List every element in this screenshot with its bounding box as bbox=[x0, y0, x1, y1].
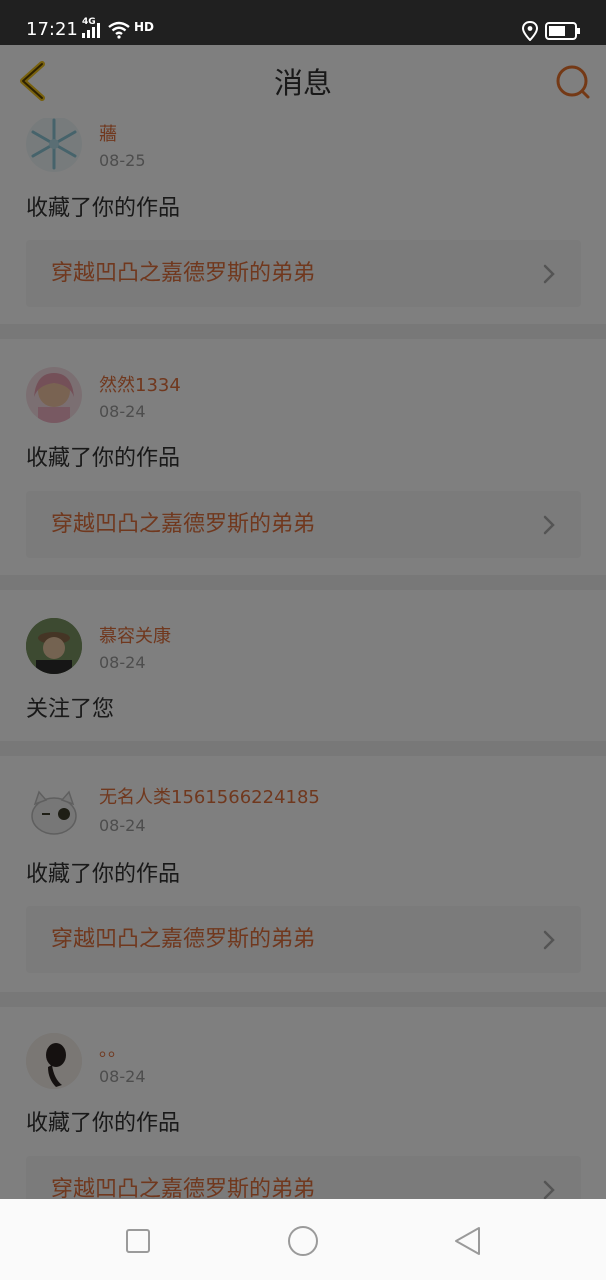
girl-silhouette-avatar-image bbox=[26, 1033, 82, 1089]
work-link[interactable]: 穿越凹凸之嘉德罗斯的弟弟 bbox=[26, 1156, 581, 1199]
avatar[interactable] bbox=[26, 118, 82, 172]
username[interactable]: 然然1334 bbox=[99, 375, 181, 397]
work-link[interactable]: 穿越凹凸之嘉德罗斯的弟弟 bbox=[26, 906, 581, 973]
cartoon-cat-avatar-image bbox=[31, 790, 77, 835]
work-link[interactable]: 穿越凹凸之嘉德罗斯的弟弟 bbox=[26, 240, 581, 307]
message-item: 。。 08-24 收藏了你的作品 穿越凹凸之嘉德罗斯的弟弟 bbox=[0, 1007, 606, 1199]
work-title: 穿越凹凸之嘉德罗斯的弟弟 bbox=[51, 261, 316, 286]
username[interactable]: 蘠 bbox=[99, 124, 117, 146]
username[interactable]: 无名人类1561566224185 bbox=[99, 787, 320, 809]
message-action: 收藏了你的作品 bbox=[26, 1111, 181, 1136]
boy-avatar-image bbox=[26, 618, 82, 674]
message-list[interactable]: 蘠 08-25 收藏了你的作品 穿越凹凸之嘉德罗斯的弟弟 然然1334 08-2… bbox=[0, 118, 606, 1199]
message-date: 08-24 bbox=[99, 816, 146, 835]
username[interactable]: 。。 bbox=[99, 1040, 126, 1062]
message-action: 关注了您 bbox=[26, 697, 115, 722]
message-item: 无名人类1561566224185 08-24 收藏了你的作品 穿越凹凸之嘉德罗… bbox=[0, 756, 606, 992]
chevron-right-icon bbox=[543, 515, 555, 535]
work-link[interactable]: 穿越凹凸之嘉德罗斯的弟弟 bbox=[26, 491, 581, 558]
avatar[interactable] bbox=[26, 367, 82, 423]
message-item: 蘠 08-25 收藏了你的作品 穿越凹凸之嘉德罗斯的弟弟 bbox=[0, 118, 606, 324]
chevron-right-icon bbox=[543, 264, 555, 284]
status-time: 17:21 bbox=[26, 19, 78, 40]
message-date: 08-25 bbox=[99, 151, 146, 170]
snowflake-avatar-image bbox=[31, 118, 77, 170]
search-icon[interactable] bbox=[553, 62, 593, 102]
message-date: 08-24 bbox=[99, 402, 146, 421]
message-action: 收藏了你的作品 bbox=[26, 196, 181, 221]
message-date: 08-24 bbox=[99, 1067, 146, 1086]
divider bbox=[0, 324, 606, 339]
chevron-right-icon bbox=[543, 1180, 555, 1199]
message-item: 慕容关康 08-24 关注了您 bbox=[0, 590, 606, 741]
message-action: 收藏了你的作品 bbox=[26, 446, 181, 471]
divider bbox=[0, 992, 606, 1007]
app-header: 消息 bbox=[0, 45, 606, 119]
chevron-right-icon bbox=[543, 930, 555, 950]
home-icon[interactable] bbox=[287, 1225, 319, 1257]
system-nav-bar bbox=[0, 1199, 606, 1280]
anime-girl-avatar-image bbox=[34, 373, 74, 423]
avatar[interactable] bbox=[26, 784, 82, 840]
message-date: 08-24 bbox=[99, 653, 146, 672]
work-title: 穿越凹凸之嘉德罗斯的弟弟 bbox=[51, 512, 316, 537]
status-bar: 17:21 4G HD bbox=[0, 0, 606, 45]
wifi-icon bbox=[108, 21, 130, 39]
avatar[interactable] bbox=[26, 618, 82, 674]
location-icon bbox=[522, 21, 538, 41]
message-item: 然然1334 08-24 收藏了你的作品 穿越凹凸之嘉德罗斯的弟弟 bbox=[0, 339, 606, 575]
divider bbox=[0, 741, 606, 756]
avatar[interactable] bbox=[26, 1033, 82, 1089]
divider bbox=[0, 575, 606, 590]
recent-apps-icon[interactable] bbox=[122, 1225, 154, 1257]
network-type-label: 4G bbox=[82, 17, 96, 27]
back-icon[interactable] bbox=[452, 1225, 484, 1257]
hd-call-icon: HD bbox=[134, 20, 155, 34]
work-title: 穿越凹凸之嘉德罗斯的弟弟 bbox=[51, 1177, 316, 1199]
work-title: 穿越凹凸之嘉德罗斯的弟弟 bbox=[51, 927, 316, 952]
battery-icon bbox=[545, 22, 580, 40]
message-action: 收藏了你的作品 bbox=[26, 862, 181, 887]
username[interactable]: 慕容关康 bbox=[99, 626, 171, 648]
page-title: 消息 bbox=[273, 66, 332, 100]
